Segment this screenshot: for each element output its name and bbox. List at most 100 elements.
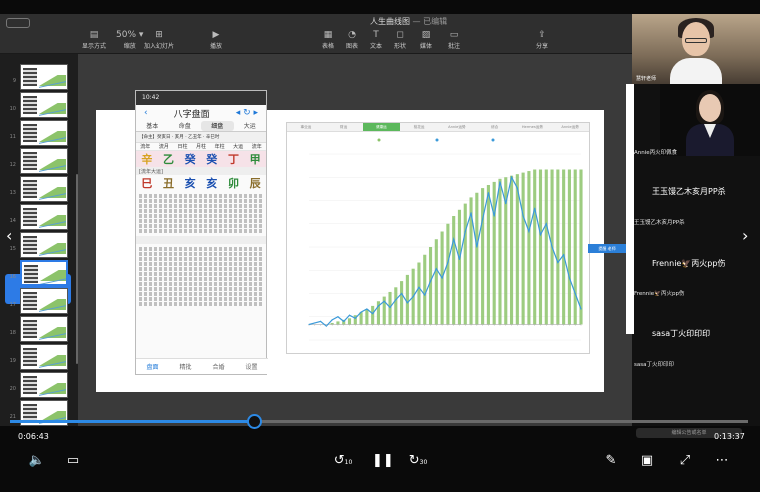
line-point (383, 300, 385, 302)
phone-bottom-tab[interactable]: 盘面 (146, 362, 158, 371)
fullscreen-icon[interactable]: ⤢ (676, 452, 694, 470)
toolbar-zoom[interactable]: 50% ▾ 缩放 (116, 30, 143, 50)
thumbnail-image (20, 92, 68, 118)
bazi-app-screenshot: 10:42 ‹ 八字盘面 ◂ ↻ ▸ 基本 命盘 细盘 大运 【命主】癸亥日 · 亥月… (135, 90, 268, 375)
green-bar (463, 203, 467, 325)
toolbar-table[interactable]: ▦ 表格 (322, 30, 334, 50)
sidebar-toggle[interactable] (6, 18, 30, 28)
toolbar-add-slide[interactable]: ⊞ 加入幻灯片 (144, 30, 174, 50)
slide-thumbnail[interactable]: 15 (4, 232, 70, 258)
heavenly-stems-row: 辛乙癸癸丁甲 (136, 151, 266, 167)
thumb-text (23, 320, 37, 338)
toolbar-media[interactable]: ▨ 媒体 (420, 30, 432, 50)
slide-thumbnail[interactable]: 13 (4, 176, 70, 202)
phone-bottom-tabs: 盘面 精批 合婚 设置 (136, 358, 268, 374)
green-bar (336, 321, 340, 325)
line-point (400, 292, 403, 295)
toolbar-label: 显示方式 (82, 43, 107, 50)
toolbar-label: 媒体 (420, 43, 433, 50)
chart-tab[interactable]: 综合 (476, 123, 514, 131)
progress-knob[interactable] (247, 414, 262, 429)
line-point (389, 306, 391, 309)
phone-bottom-tab[interactable]: 设置 (245, 362, 257, 371)
toolbar-play[interactable]: ▶ 播放 (210, 30, 222, 50)
green-bar (400, 281, 404, 325)
comment-icon: ▭ (449, 30, 459, 40)
green-bar (394, 287, 398, 325)
thumbnail-image (20, 204, 68, 230)
thumbnail-image (20, 148, 68, 174)
slide-thumbnail[interactable]: 11 (4, 120, 70, 146)
slide-thumbnail[interactable]: 19 (4, 344, 70, 370)
phone-tab[interactable]: 基本 (136, 121, 169, 131)
toolbar-chart[interactable]: ◔ 图表 (346, 30, 358, 50)
skip-back-button[interactable]: ↺10 (332, 452, 354, 470)
slide-thumbnail[interactable]: 10 (4, 92, 70, 118)
chart-tooltip: 提醒 老师 (588, 244, 626, 253)
slide-thumbnail[interactable]: 9 (4, 64, 70, 90)
slide-thumbnail[interactable]: 16 (4, 260, 70, 286)
next-arrow-icon[interactable]: › (742, 226, 748, 245)
more-icon[interactable]: ⋯ (712, 452, 732, 470)
chart-tab[interactable]: 健康运 (362, 123, 401, 131)
subtitles-icon[interactable]: ▭ (64, 452, 82, 470)
phone-bottom-tab[interactable]: 合婚 (212, 362, 224, 371)
toolbar-share[interactable]: ⇪ 分享 (536, 30, 548, 50)
host-video[interactable]: 慧轩老师 (632, 14, 760, 84)
heavenly-stem: 癸 (184, 153, 196, 166)
zoom-icon: 50% ▾ (116, 30, 144, 40)
toolbar-comment[interactable]: ▭ 批注 (448, 30, 460, 50)
pause-icon[interactable]: ❚❚ (372, 452, 394, 470)
pip-icon[interactable]: ▣ (638, 452, 656, 470)
phone-tab[interactable]: 命盘 (169, 121, 202, 131)
thumbnail-image (20, 120, 68, 146)
phone-tab[interactable]: 大运 (234, 121, 267, 131)
line-point (319, 320, 322, 322)
pillar-header-cell: 流年 (140, 144, 151, 150)
line-point (418, 286, 420, 288)
toolbar-text[interactable]: T 文本 (370, 30, 382, 50)
earthly-branches-row: 巳丑亥亥卯辰 (136, 175, 266, 191)
elapsed-time: 0:06:43 (18, 432, 49, 441)
chart-tab[interactable]: 财运 (325, 123, 363, 131)
prev-arrow-icon[interactable]: ‹ (6, 226, 12, 245)
earthly-branch: 巳 (141, 177, 153, 190)
phone-bottom-tab[interactable]: 精批 (179, 362, 191, 371)
toolbar-shape[interactable]: ◻ 形状 (394, 30, 406, 50)
chart-tab[interactable]: 桃花运 (400, 123, 438, 131)
green-bar (527, 171, 531, 325)
chart-tab[interactable]: Annie运势 (551, 123, 589, 131)
green-bar (492, 181, 496, 325)
pillar-header: 流年 流月 日柱 月柱 年柱 大运 流年 (136, 143, 266, 151)
green-bar (434, 239, 438, 325)
toolbar-view[interactable]: ▤ 显示方式 (82, 30, 106, 50)
skip-forward-button[interactable]: ↻30 (406, 452, 430, 470)
green-bar (481, 188, 485, 325)
guest-video[interactable] (660, 84, 760, 156)
slide-number: 17 (9, 302, 16, 308)
slide-thumbnail[interactable]: 14 (4, 204, 70, 230)
document-title: 人生曲线图 — 已编辑 (370, 17, 448, 26)
slide-thumbnail[interactable]: 12 (4, 148, 70, 174)
legend-marker (491, 138, 495, 142)
green-bar (579, 169, 583, 325)
volume-icon[interactable]: 🔈 (28, 452, 46, 470)
thumb-text (23, 348, 37, 366)
detail-lines (136, 191, 266, 236)
line-point (377, 305, 380, 307)
host-label: 慧轩老师 (636, 76, 657, 82)
chart-tab[interactable]: Hermes运势 (514, 123, 552, 131)
heavenly-stem: 辛 (141, 153, 153, 166)
phone-tab[interactable]: 细盘 (201, 121, 234, 131)
chart-tab[interactable]: Annie运势 (438, 123, 476, 131)
slide-thumbnail[interactable]: 18 (4, 316, 70, 342)
pillar-header-cell: 年柱 (214, 144, 225, 150)
chat-message: 王玉馒乙木亥月PP杀 (634, 220, 685, 226)
slide-thumbnail[interactable]: 20 (4, 372, 70, 398)
media-icon: ▨ (421, 30, 431, 40)
slide-thumbnail[interactable]: 17 (4, 288, 70, 314)
slide-number: 19 (9, 358, 16, 364)
chart-tab[interactable]: 事业运 (287, 123, 325, 131)
chat-message: Frennie🦅丙火pp伤 (634, 291, 685, 297)
pen-icon[interactable]: ✎ (602, 452, 620, 470)
